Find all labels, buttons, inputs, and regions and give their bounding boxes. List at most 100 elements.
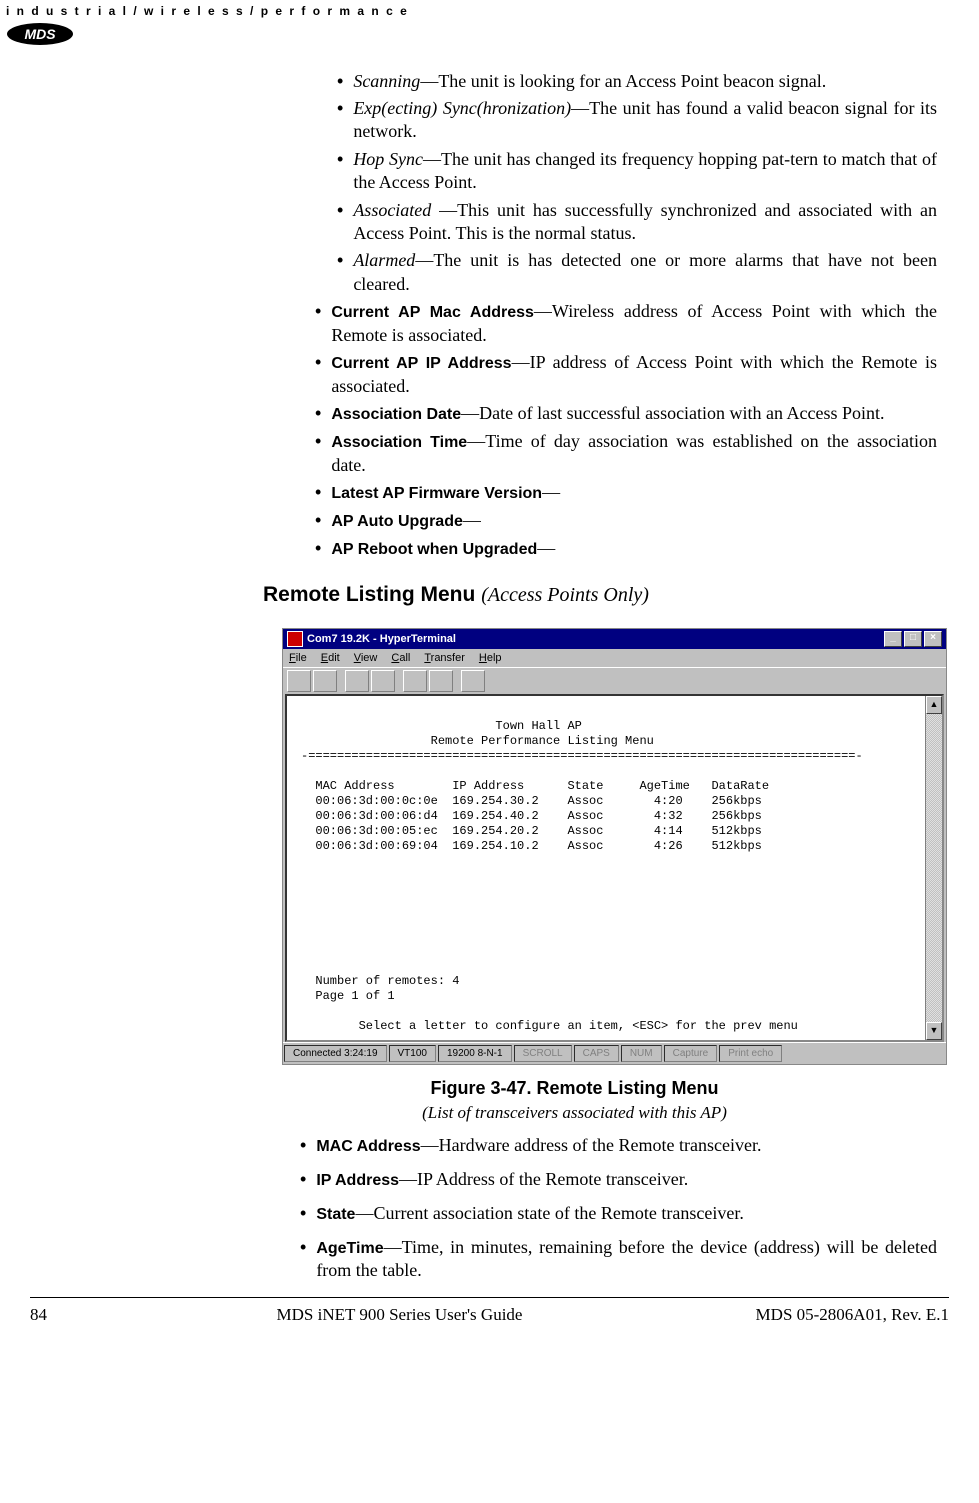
bullet-icon: •: [315, 481, 321, 505]
toolbar: [283, 667, 946, 694]
toolbar-new-icon[interactable]: [287, 670, 311, 692]
item-text: State—Current association state of the R…: [316, 1202, 939, 1226]
page-header: i n d u s t r i a l / w i r e l e s s / …: [0, 0, 979, 46]
app-icon: [287, 631, 303, 647]
bullet-icon: •: [315, 430, 321, 477]
list-item: •Association Time—Time of day associatio…: [315, 430, 939, 477]
page-footer: 84 MDS iNET 900 Series User's Guide MDS …: [30, 1297, 949, 1346]
status-emulation: VT100: [389, 1045, 436, 1062]
maximize-icon[interactable]: □: [904, 631, 922, 647]
item-text: AP Auto Upgrade—: [331, 509, 939, 533]
heading-italic: (Access Points Only): [481, 584, 649, 606]
item-text: Current AP Mac Address—Wireless address …: [331, 300, 939, 347]
mds-logo-icon: MDS: [6, 22, 973, 46]
tagline-text: i n d u s t r i a l / w i r e l e s s / …: [6, 4, 973, 20]
svg-text:MDS: MDS: [24, 26, 56, 42]
status-connected: Connected 3:24:19: [284, 1045, 387, 1062]
scroll-track[interactable]: [926, 714, 942, 1022]
item-text: Associated —This unit has successfully s…: [353, 199, 939, 246]
list-item: • State—Current association state of the …: [300, 1202, 939, 1226]
hyperterminal-window: Com7 19.2K - HyperTerminal _ □ × File Edi…: [282, 628, 947, 1065]
toolbar-properties-icon[interactable]: [461, 670, 485, 692]
list-item: •AP Reboot when Upgraded—: [315, 537, 939, 561]
close-icon[interactable]: ×: [924, 631, 942, 647]
item-text: AgeTime—Time, in minutes, remaining befo…: [316, 1236, 939, 1283]
footer-title: MDS iNET 900 Series User's Guide: [90, 1304, 709, 1326]
item-text: Association Date—Date of last successful…: [331, 402, 939, 426]
menuitem-edit[interactable]: Edit: [321, 652, 340, 664]
list-item: • IP Address—IP Address of the Remote tra…: [300, 1168, 939, 1192]
bullet-icon: •: [315, 402, 321, 426]
list-item: •Current AP Mac Address—Wireless address…: [315, 300, 939, 347]
status-num: NUM: [621, 1045, 662, 1062]
list-item: •Associated —This unit has successfully …: [337, 199, 939, 246]
bullet-icon: •: [300, 1168, 306, 1192]
item-text: IP Address—IP Address of the Remote tran…: [316, 1168, 939, 1192]
vertical-scrollbar[interactable]: ▲ ▼: [925, 696, 942, 1040]
page-number: 84: [30, 1304, 90, 1326]
caption-italic: (List of transceivers associated with th…: [422, 1103, 727, 1122]
item-text: Current AP IP Address—IP address of Acce…: [331, 351, 939, 398]
heading-bold: Remote Listing Menu: [263, 583, 481, 606]
bullet-icon: •: [337, 249, 343, 296]
bullet-icon: •: [337, 97, 343, 144]
list-item: • Scanning—The unit is looking for an Acc…: [337, 70, 939, 93]
item-text: MAC Address—Hardware address of the Remo…: [316, 1134, 939, 1158]
toolbar-receive-icon[interactable]: [429, 670, 453, 692]
list-item: • AP Auto Upgrade—: [315, 509, 939, 533]
menuitem-help[interactable]: Help: [479, 652, 502, 664]
terminal-content: Town Hall AP Remote Performance Listing …: [287, 696, 925, 1040]
menuitem-file[interactable]: File: [289, 652, 307, 664]
list-item: • MAC Address—Hardware address of the Rem…: [300, 1134, 939, 1158]
status-scroll: SCROLL: [514, 1045, 572, 1062]
footer-doc-id: MDS 05-2806A01, Rev. E.1: [709, 1304, 949, 1326]
item-text: Exp(ecting) Sync(hronization)—The unit h…: [353, 97, 939, 144]
item-text: Alarmed—The unit is has detected one or …: [353, 249, 939, 296]
bullet-icon: •: [337, 199, 343, 246]
statusbar: Connected 3:24:19 VT100 19200 8-N-1 SCRO…: [283, 1042, 946, 1064]
list-item: •Alarmed—The unit is has detected one or…: [337, 249, 939, 296]
list-item: • Association Date—Date of last successfu…: [315, 402, 939, 426]
list-item: • Latest AP Firmware Version—: [315, 481, 939, 505]
toolbar-send-icon[interactable]: [403, 670, 427, 692]
list-item: •Current AP IP Address—IP address of Acc…: [315, 351, 939, 398]
status-capture: Capture: [664, 1045, 718, 1062]
column-definitions-list: • MAC Address—Hardware address of the Rem…: [300, 1134, 939, 1283]
bullet-icon: •: [315, 509, 321, 533]
list-item: •Hop Sync—The unit has changed its frequ…: [337, 148, 939, 195]
bullet-icon: •: [300, 1202, 306, 1226]
list-item: •AgeTime—Time, in minutes, remaining bef…: [300, 1236, 939, 1283]
bullet-icon: •: [300, 1236, 306, 1283]
menuitem-view[interactable]: View: [354, 652, 378, 664]
caption-bold: Figure 3-47. Remote Listing Menu: [430, 1078, 718, 1098]
toolbar-open-icon[interactable]: [313, 670, 337, 692]
bullet-icon: •: [337, 148, 343, 195]
list-item: •Exp(ecting) Sync(hronization)—The unit …: [337, 97, 939, 144]
menuitem-call[interactable]: Call: [391, 652, 410, 664]
bullet-icon: •: [315, 300, 321, 347]
bullet-icon: •: [315, 351, 321, 398]
scroll-up-icon[interactable]: ▲: [926, 696, 942, 714]
status-caps: CAPS: [574, 1045, 619, 1062]
status-print: Print echo: [719, 1045, 782, 1062]
bullet-icon: •: [300, 1134, 306, 1158]
menuitem-transfer[interactable]: Transfer: [424, 652, 465, 664]
status-definitions-list: • Scanning—The unit is looking for an Acc…: [315, 70, 939, 297]
item-text: Association Time—Time of day association…: [331, 430, 939, 477]
minimize-icon[interactable]: _: [884, 631, 902, 647]
item-text: Latest AP Firmware Version—: [331, 481, 939, 505]
window-title: Com7 19.2K - HyperTerminal: [307, 632, 884, 646]
scroll-down-icon[interactable]: ▼: [926, 1022, 942, 1040]
status-baud: 19200 8-N-1: [438, 1045, 512, 1062]
figure-caption: Figure 3-47. Remote Listing Menu (List o…: [210, 1077, 939, 1124]
config-definitions-list: •Current AP Mac Address—Wireless address…: [315, 300, 939, 561]
menubar: File Edit View Call Transfer Help: [283, 649, 946, 667]
toolbar-connect-icon[interactable]: [345, 670, 369, 692]
window-titlebar: Com7 19.2K - HyperTerminal _ □ ×: [283, 629, 946, 649]
bullet-icon: •: [337, 70, 343, 93]
item-text: Scanning—The unit is looking for an Acce…: [353, 70, 939, 93]
bullet-icon: •: [315, 537, 321, 561]
section-heading: Remote Listing Menu (Access Points Only): [263, 581, 939, 608]
toolbar-disconnect-icon[interactable]: [371, 670, 395, 692]
item-text: Hop Sync—The unit has changed its freque…: [353, 148, 939, 195]
